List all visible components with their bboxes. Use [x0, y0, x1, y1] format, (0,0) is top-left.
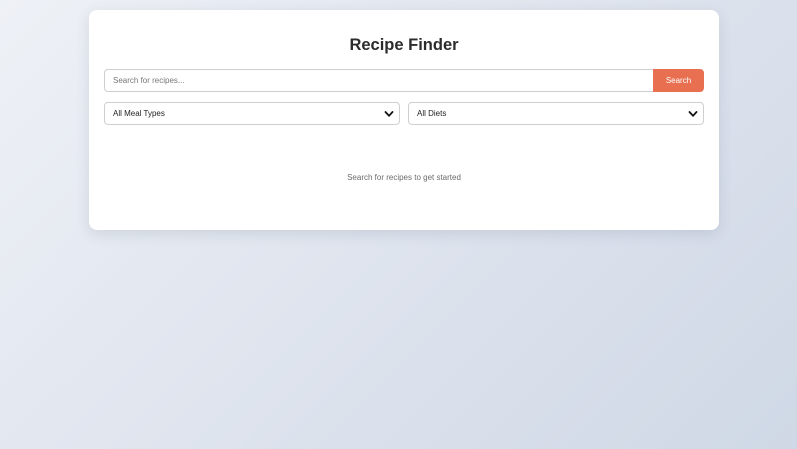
empty-state-message: Search for recipes to get started	[347, 173, 461, 182]
meal-type-selected-value: All Meal Types	[113, 109, 165, 118]
search-input[interactable]	[104, 69, 653, 92]
search-bar: Search	[104, 69, 704, 92]
search-button[interactable]: Search	[653, 69, 704, 92]
filter-bar: All Meal Types All Diets	[104, 102, 704, 125]
page-title: Recipe Finder	[349, 36, 459, 54]
diet-select[interactable]: All Diets	[408, 102, 704, 125]
recipe-finder-card: Recipe Finder Search All Meal Types All …	[89, 10, 719, 230]
chevron-down-icon	[688, 111, 698, 117]
chevron-down-icon	[384, 111, 394, 117]
meal-type-select[interactable]: All Meal Types	[104, 102, 400, 125]
diet-selected-value: All Diets	[417, 109, 447, 118]
